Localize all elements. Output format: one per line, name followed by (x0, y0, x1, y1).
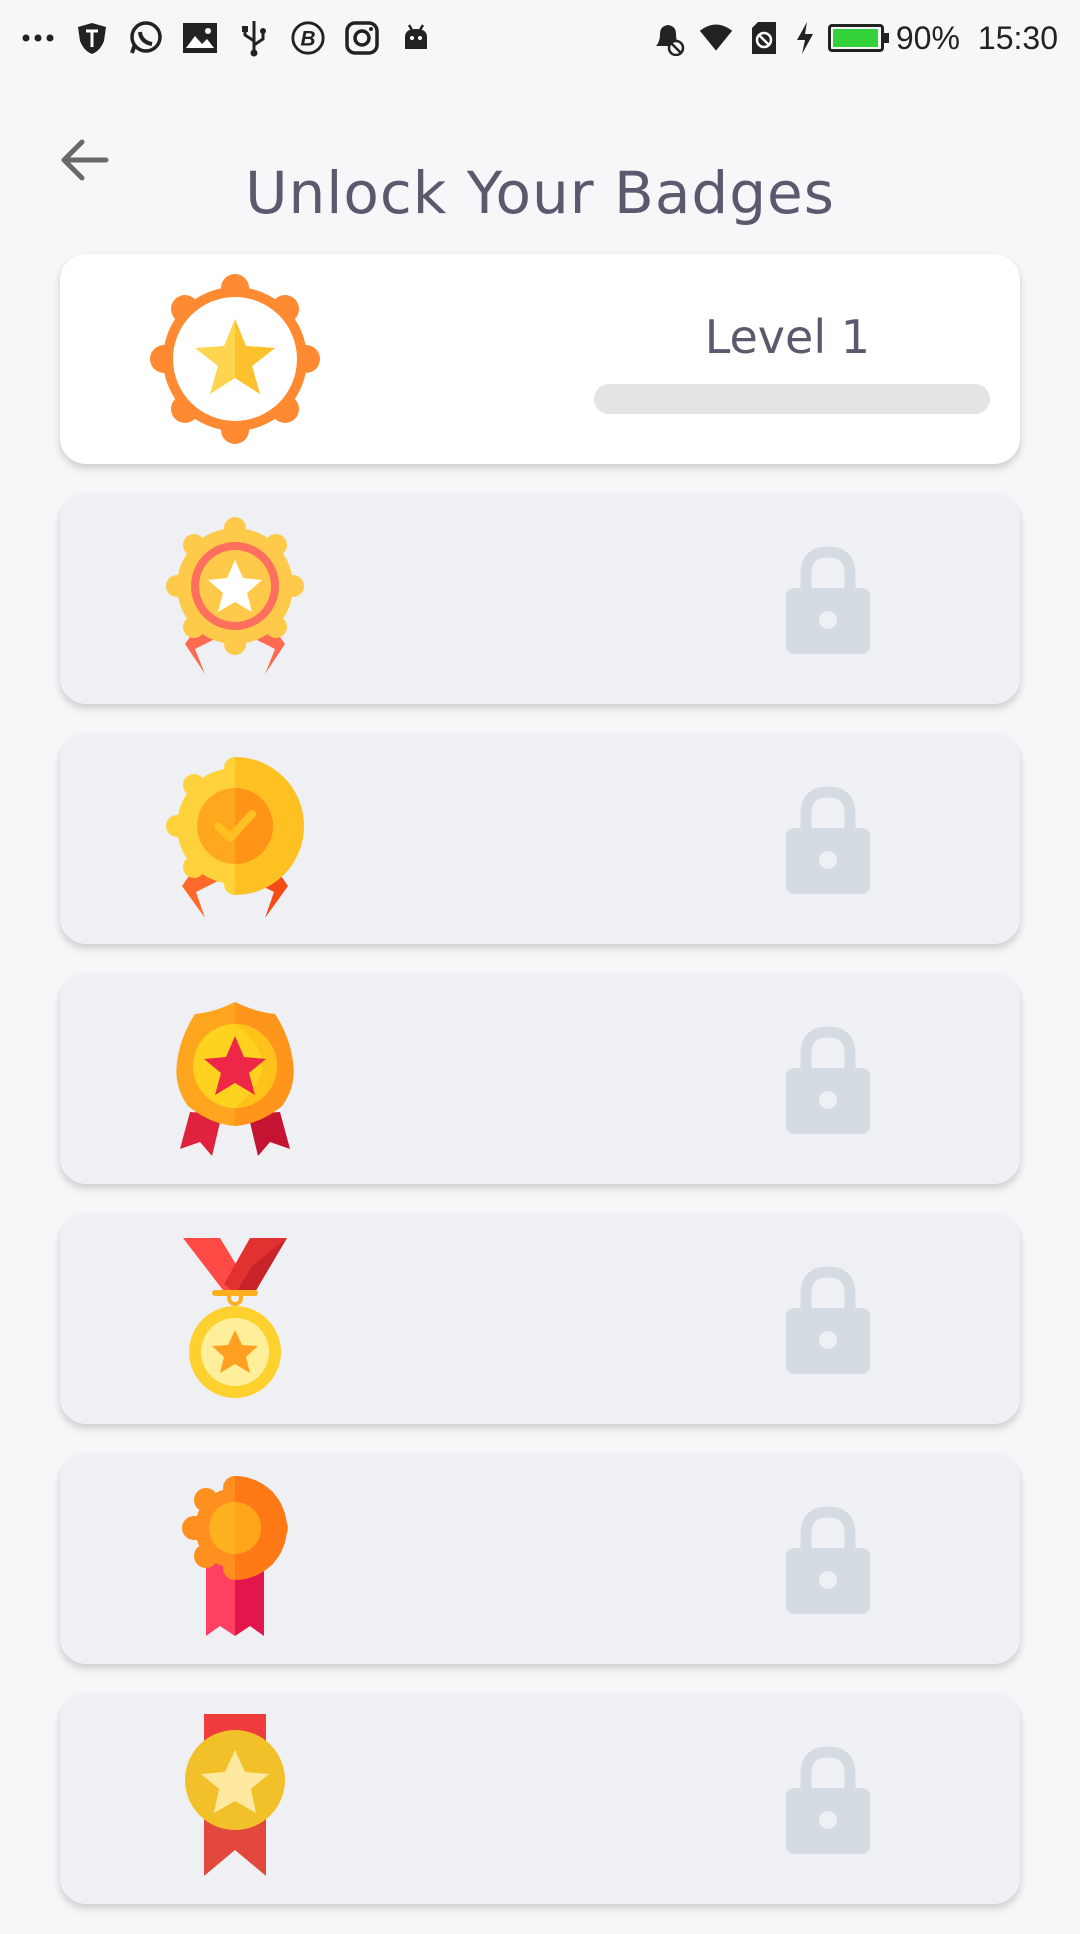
level-label: Level 1 (704, 310, 870, 364)
lock-icon (786, 784, 870, 894)
charging-icon (794, 20, 816, 56)
badge-card-locked[interactable] (60, 974, 1020, 1184)
gold-star-banner-medal-icon (150, 1714, 320, 1884)
badge-card-locked[interactable] (60, 734, 1020, 944)
level-progress-bar (594, 384, 990, 414)
usb-icon (236, 20, 272, 57)
red-star-seal-medal-icon (150, 994, 320, 1164)
gold-check-ribbon-medal-icon (150, 754, 320, 924)
orange-star-medal-icon (150, 274, 320, 444)
lock-icon (786, 1744, 870, 1854)
app-header: Unlock Your Badges (0, 100, 1080, 227)
whatsapp-icon (128, 20, 164, 56)
lock-icon (786, 1024, 870, 1134)
alarm-off-icon (650, 20, 686, 56)
android-icon (398, 20, 434, 56)
clock-time: 15:30 (977, 19, 1058, 56)
more-dots-icon (20, 20, 56, 56)
bitcoin-icon: B (290, 20, 326, 56)
badge-card-locked[interactable] (60, 1214, 1020, 1424)
status-left-icons: B (20, 14, 434, 62)
svg-text:B: B (300, 28, 315, 51)
lock-icon (786, 1504, 870, 1614)
badge-card-locked[interactable] (60, 1454, 1020, 1664)
status-right-icons: 90% 15:30 (650, 14, 1058, 62)
badge-list: Level 1 (60, 254, 1020, 1934)
badge-card-locked[interactable] (60, 1694, 1020, 1904)
lock-icon (786, 544, 870, 654)
red-star-ribbon-medal-icon (150, 514, 320, 684)
page-title: Unlock Your Badges (245, 158, 835, 227)
neck-ribbon-medal-icon (150, 1234, 320, 1404)
image-icon (182, 20, 218, 56)
battery-fill (832, 29, 878, 47)
shield-icon (74, 20, 110, 56)
wifi-icon (698, 20, 734, 56)
battery-icon (827, 24, 889, 52)
badge-card-level-1[interactable]: Level 1 (60, 254, 1020, 464)
battery-percent: 90% (895, 19, 960, 56)
badge-card-locked[interactable] (60, 494, 1020, 704)
lock-icon (786, 1264, 870, 1374)
flower-ribbon-medal-icon (150, 1474, 320, 1644)
status-bar: B 90% 15:30 (0, 0, 1080, 76)
sim-icon (746, 20, 782, 56)
instagram-icon (344, 20, 380, 56)
